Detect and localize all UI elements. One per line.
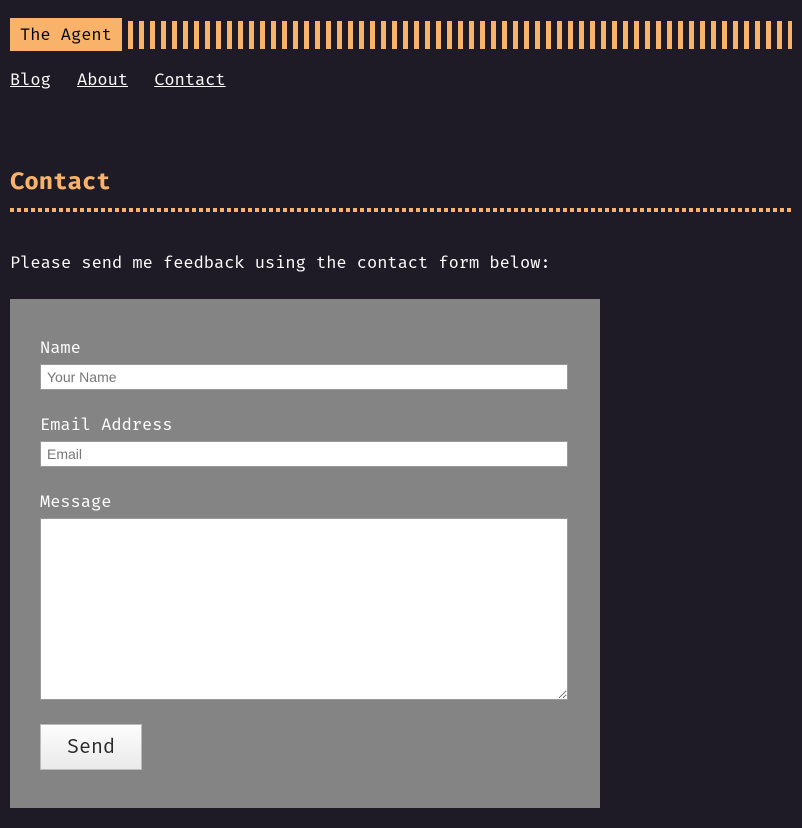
message-textarea[interactable] — [40, 518, 568, 700]
page-title: Contact — [10, 168, 792, 196]
site-logo[interactable]: The Agent — [10, 18, 122, 51]
email-input[interactable] — [40, 441, 568, 467]
name-input[interactable] — [40, 364, 568, 390]
contact-form: Name Email Address Message Send — [10, 299, 600, 808]
email-label: Email Address — [40, 414, 570, 435]
name-label: Name — [40, 337, 570, 358]
main-nav: Blog About Contact — [0, 61, 802, 100]
header-stripes — [128, 21, 792, 49]
intro-text: Please send me feedback using the contac… — [10, 252, 792, 273]
main-content: Contact Please send me feedback using th… — [0, 100, 802, 828]
send-button[interactable]: Send — [40, 724, 142, 770]
nav-link-contact[interactable]: Contact — [154, 69, 225, 90]
nav-link-about[interactable]: About — [77, 69, 128, 90]
message-label: Message — [40, 491, 570, 512]
title-divider — [10, 208, 792, 212]
nav-link-blog[interactable]: Blog — [10, 69, 51, 90]
header-bar: The Agent — [0, 0, 802, 61]
